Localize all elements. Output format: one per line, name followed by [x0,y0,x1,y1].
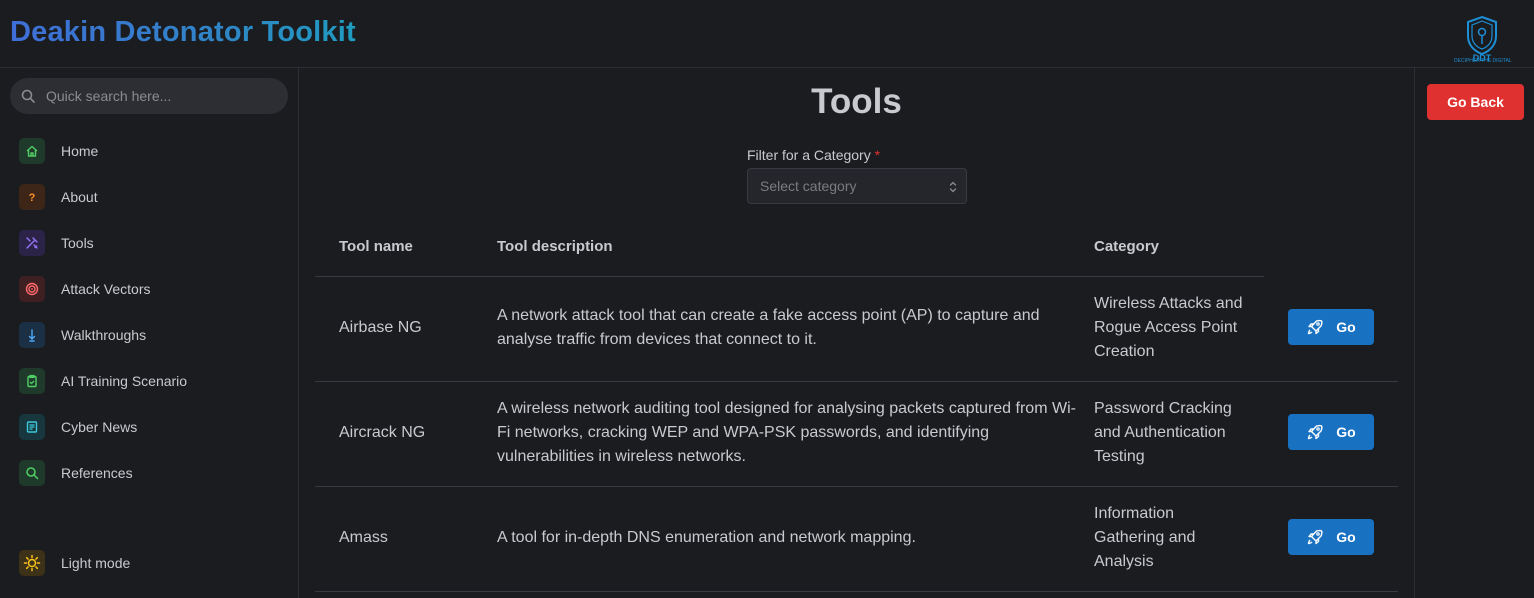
target-icon [19,276,45,302]
quick-search[interactable] [10,78,288,114]
rocket-icon [1308,319,1323,335]
home-icon [19,138,45,164]
tool-description: A wireless network auditing tool designe… [497,400,1076,465]
sidebar-item-home[interactable]: Home [19,136,289,166]
tool-name: Airbase NG [339,319,422,336]
filter-label: Filter for a Category * [747,147,880,163]
row-divider [315,486,1398,487]
theme-toggle-label: Light mode [61,555,131,571]
sidebar-item-label: AI Training Scenario [61,373,188,389]
svg-text:?: ? [29,192,36,204]
sidebar-item-tools[interactable]: Tools [19,228,289,258]
news-icon [19,414,45,440]
sidebar-item-label: Home [61,143,99,159]
table-header-divider [315,276,1264,277]
go-button-label: Go [1336,424,1356,440]
logo-caption: DECIPHER THE DIGITAL WORLD [1454,58,1512,64]
search-input[interactable] [46,78,276,114]
row-divider [315,381,1398,382]
sidebar-item-label: About [61,189,98,205]
column-header-tool-name: Tool name [339,238,413,255]
go-button[interactable]: Go [1288,414,1374,450]
sidebar-item-cyber-news[interactable]: Cyber News [19,412,289,442]
app-header: Deakin Detonator Toolkit DDT DECIPHER TH… [0,0,1534,68]
sun-icon [19,550,45,576]
column-header-category: Category [1094,238,1160,255]
sidebar-item-references[interactable]: References [19,458,289,488]
column-header-tool-description: Tool description [497,238,613,255]
right-panel: Go Back [1414,68,1534,598]
required-mark: * [874,147,881,163]
sidebar-item-label: Tools [61,235,94,251]
go-button-label: Go [1336,319,1356,335]
go-button[interactable]: Go [1288,519,1374,555]
sidebar-item-ai-training-scenario[interactable]: AI Training Scenario [19,366,289,396]
theme-toggle[interactable]: Light mode [19,548,289,578]
tool-category: Password Cracking and Authentication Tes… [1094,400,1232,465]
sidebar-item-label: References [61,465,133,481]
tool-category: Wireless Attacks and Rogue Access Point … [1094,295,1243,360]
filter-label-text: Filter for a Category [747,147,871,163]
rocket-icon [1308,424,1323,440]
tool-name: Aircrack NG [339,424,426,441]
sidebar-item-walkthroughs[interactable]: Walkthroughs [19,320,289,350]
go-button[interactable]: Go [1288,309,1374,345]
search-icon [19,460,45,486]
category-select-value: Select category [760,178,857,194]
sidebar-item-label: Cyber News [61,419,138,435]
clipboard-icon [19,368,45,394]
tool-description: A network attack tool that can create a … [497,307,1040,348]
sidebar: Home ? About Tools Attack Vectors Walkth… [0,68,299,598]
category-select[interactable]: Select category [747,168,967,204]
row-divider [315,591,1398,592]
sidebar-item-label: Attack Vectors [61,281,151,297]
tool-description: A tool for in-depth DNS enumeration and … [497,529,916,546]
tool-name: Amass [339,529,388,546]
tool-category: Information Gathering and Analysis [1094,505,1196,570]
search-icon [21,89,35,103]
page-title: Tools [811,82,902,121]
sidebar-item-label: Walkthroughs [61,327,147,343]
rocket-icon [1308,529,1323,545]
chevron-up-down-icon [949,181,957,193]
sidebar-item-attack-vectors[interactable]: Attack Vectors [19,274,289,304]
question-icon: ? [19,184,45,210]
app-title: Deakin Detonator Toolkit [10,16,356,48]
go-back-button[interactable]: Go Back [1427,84,1524,120]
walkthrough-icon [19,322,45,348]
go-button-label: Go [1336,529,1356,545]
tools-icon [19,230,45,256]
main-content: Tools Filter for a Category * Select cat… [299,68,1414,598]
sidebar-item-about[interactable]: ? About [19,182,289,212]
